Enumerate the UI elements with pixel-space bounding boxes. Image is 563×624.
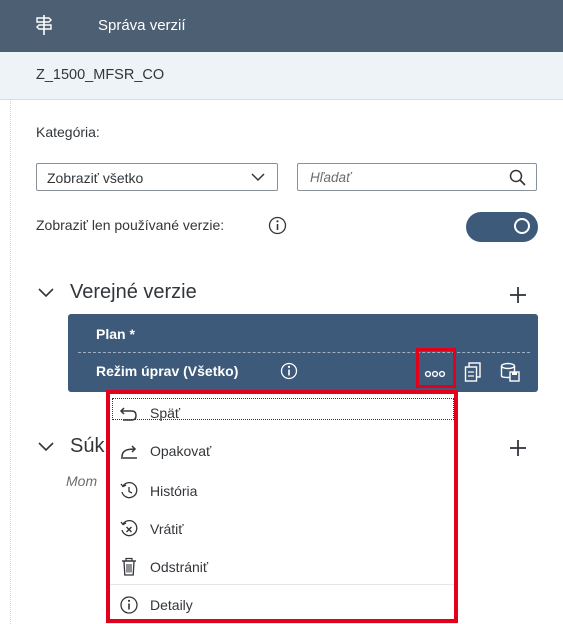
redo-icon xyxy=(121,445,137,459)
chevron-down-icon[interactable] xyxy=(38,441,54,453)
menu-item-label: Detaily xyxy=(150,597,193,613)
more-button-highlight xyxy=(416,348,456,388)
menu-item-redo[interactable]: Opakovať xyxy=(110,432,454,470)
panel-header: Správa verzií xyxy=(0,0,563,52)
show-used-label: Zobraziť len používané verzie: xyxy=(36,217,225,233)
menu-item-details[interactable]: Detaily xyxy=(110,586,454,624)
search-field[interactable]: Hľadať xyxy=(297,163,537,191)
private-versions-title: Súk xyxy=(70,435,105,457)
menu-item-label: História xyxy=(150,483,198,499)
revert-icon xyxy=(120,520,138,537)
info-icon[interactable] xyxy=(280,362,298,380)
add-icon[interactable] xyxy=(507,437,529,459)
search-icon[interactable] xyxy=(509,169,526,186)
menu-item-revert[interactable]: Vrátiť xyxy=(110,510,454,548)
undo-icon xyxy=(119,407,137,421)
left-divider xyxy=(10,99,11,624)
menu-item-history[interactable]: História xyxy=(110,472,454,510)
add-icon[interactable] xyxy=(507,284,529,306)
category-label: Kategória: xyxy=(36,124,100,140)
info-icon[interactable] xyxy=(268,216,287,235)
delete-icon xyxy=(122,557,136,576)
category-select-value: Zobraziť všetko xyxy=(47,170,144,186)
menu-item-undo[interactable]: Späť xyxy=(110,396,454,434)
signpost-icon xyxy=(36,15,52,35)
version-card[interactable]: Plan * Režim úprav (Všetko) xyxy=(68,314,538,392)
menu-item-label: Vrátiť xyxy=(150,521,184,537)
category-select[interactable]: Zobraziť všetko xyxy=(36,163,278,191)
version-management-panel: Správa verzií Z_1500_MFSR_CO Kategória: … xyxy=(0,0,563,624)
menu-item-label: Odstrániť xyxy=(150,559,209,575)
menu-separator xyxy=(110,584,454,585)
search-placeholder: Hľadať xyxy=(310,170,351,185)
public-versions-title: Verejné verzie xyxy=(70,281,197,303)
chevron-down-icon[interactable] xyxy=(38,287,54,299)
chevron-down-icon[interactable] xyxy=(251,172,265,182)
menu-item-label: Opakovať xyxy=(150,443,212,459)
panel-title: Správa verzií xyxy=(98,17,186,34)
model-name: Z_1500_MFSR_CO xyxy=(36,67,165,83)
copy-icon[interactable] xyxy=(464,362,482,382)
save-as-icon[interactable] xyxy=(500,362,520,382)
show-used-toggle[interactable] xyxy=(466,212,538,242)
version-divider xyxy=(78,352,530,353)
info-icon xyxy=(120,596,138,614)
version-actions-menu: Späť Opakovať História Vrátiť Odstrániť … xyxy=(106,390,458,623)
history-icon xyxy=(120,482,138,499)
toggle-knob xyxy=(514,218,530,234)
version-name: Plan * xyxy=(96,326,135,342)
model-name-bar: Z_1500_MFSR_CO xyxy=(0,52,563,100)
private-versions-note: Mom xyxy=(66,473,98,489)
version-mode: Režim úprav (Všetko) xyxy=(96,363,239,379)
menu-item-delete[interactable]: Odstrániť xyxy=(110,548,454,586)
menu-item-label: Späť xyxy=(150,405,181,421)
